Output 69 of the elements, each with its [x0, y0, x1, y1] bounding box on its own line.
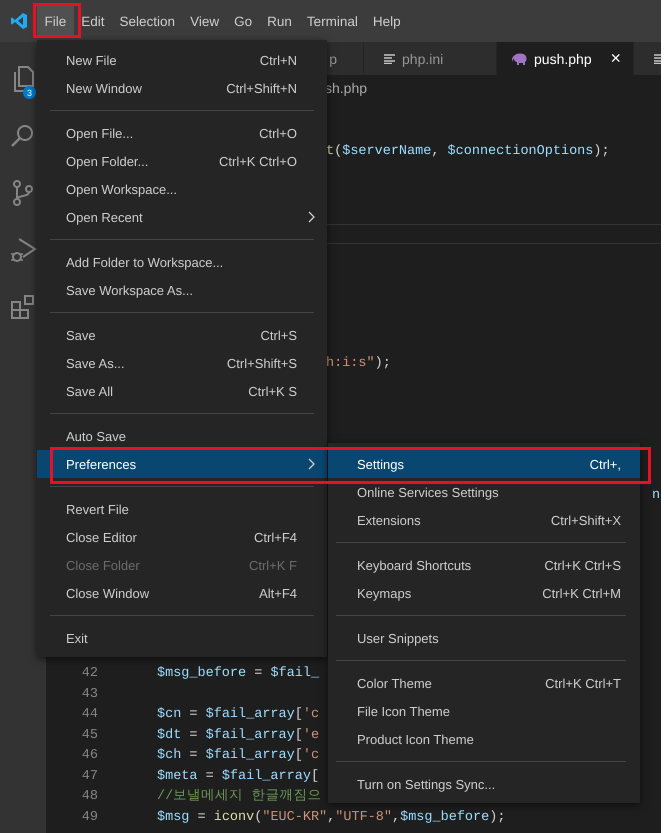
- menu-item[interactable]: Keymaps Ctrl+K Ctrl+M: [328, 579, 640, 607]
- menu-item[interactable]: Save As... Ctrl+Shift+S: [37, 349, 327, 377]
- menu-item[interactable]: Open Recent: [37, 203, 327, 231]
- code-line: $msg = iconv("EUC-KR","UTF-8",$msg_before);: [157, 808, 506, 826]
- highlight-frame: [33, 3, 81, 38]
- code-line: $cn = $fail_array['c: [157, 706, 320, 724]
- app-logo-icon: [10, 12, 28, 30]
- menu-item[interactable]: File Icon Theme: [328, 697, 640, 725]
- editor-tab[interactable]: php.ini: [364, 42, 497, 75]
- menu-bar-item[interactable]: Terminal: [299, 5, 366, 37]
- menu-item[interactable]: Save Workspace As...: [37, 276, 327, 304]
- menu-item[interactable]: New Window Ctrl+Shift+N: [37, 74, 327, 102]
- menu-item[interactable]: Add Folder to Workspace...: [37, 248, 327, 276]
- menu-item[interactable]: Auto Save: [37, 422, 327, 450]
- menu-item[interactable]: Online Services Settings: [328, 478, 640, 506]
- source-control-icon[interactable]: [10, 178, 36, 206]
- menu-item[interactable]: Close Editor Ctrl+F4: [37, 523, 327, 551]
- menu-item[interactable]: Open File... Ctrl+O: [37, 119, 327, 147]
- code-line: h:i:s");: [326, 356, 391, 371]
- breadcrumb[interactable]: sh.php: [325, 80, 368, 96]
- code-line: $dt = $fail_array['e: [157, 726, 320, 744]
- tab-label: php.ini: [402, 50, 444, 66]
- code-line: $msg_before = $fail_: [157, 665, 320, 683]
- line-number: 47: [80, 768, 98, 786]
- tab-label: p: [329, 50, 337, 66]
- menu-item[interactable]: Extensions Ctrl+Shift+X: [328, 506, 640, 534]
- menu-item[interactable]: Preferences: [37, 450, 327, 478]
- code-line: //보낼메세지 한글깨짐으: [157, 788, 322, 806]
- elephant-icon: [512, 52, 528, 64]
- line-number: 44: [80, 706, 98, 724]
- editor-tab[interactable]: push.php ×: [497, 42, 634, 75]
- menu-item[interactable]: Save Ctrl+S: [37, 321, 327, 349]
- line-number: 49: [80, 808, 98, 826]
- code-line: $ch = $fail_array['c: [157, 747, 320, 765]
- search-icon[interactable]: [10, 122, 36, 148]
- line-number: 48: [80, 788, 98, 806]
- menu-bar-item[interactable]: View: [182, 5, 227, 37]
- tab-label: push.php: [534, 50, 593, 66]
- menu-bar-item[interactable]: Help: [365, 5, 408, 37]
- run-debug-icon[interactable]: [9, 236, 37, 264]
- extensions-icon[interactable]: [9, 292, 37, 320]
- menu-bar-item[interactable]: File: [37, 5, 74, 37]
- line-number: 45: [80, 726, 98, 744]
- menu-bar-item[interactable]: Go: [226, 5, 260, 37]
- line-number: 42: [80, 665, 98, 683]
- line-number: 43: [80, 686, 98, 704]
- menu-bar-item[interactable]: Run: [260, 5, 300, 37]
- menu-item[interactable]: User Snippets: [328, 624, 640, 652]
- code-line: $meta = $fail_array[: [157, 768, 320, 786]
- menu-bar-item[interactable]: Edit: [74, 5, 112, 37]
- menu-item[interactable]: Color Theme Ctrl+K Ctrl+T: [328, 669, 640, 697]
- close-icon[interactable]: ×: [610, 48, 621, 69]
- code-line: n: [652, 488, 660, 503]
- menu-item[interactable]: Close Window Alt+F4: [37, 579, 327, 607]
- menu-item[interactable]: Settings Ctrl+,: [328, 450, 640, 478]
- menu-item[interactable]: Keyboard Shortcuts Ctrl+K Ctrl+S: [328, 551, 640, 579]
- line-number: 46: [80, 747, 98, 765]
- menu-item[interactable]: Save All Ctrl+K S: [37, 377, 327, 405]
- text-file-icon: [384, 54, 396, 64]
- menu-item[interactable]: Revert File: [37, 495, 327, 523]
- code-line: t($serverName, $connectionOptions);: [326, 144, 610, 159]
- menu-item[interactable]: Open Workspace...: [37, 175, 327, 203]
- menu-item[interactable]: Exit: [37, 624, 327, 652]
- menu-bar-item[interactable]: Selection: [112, 5, 183, 37]
- menu-item[interactable]: New File Ctrl+N: [37, 46, 327, 74]
- menu-item[interactable]: Turn on Settings Sync...: [328, 770, 640, 798]
- menu-item[interactable]: Open Folder... Ctrl+K Ctrl+O: [37, 147, 327, 175]
- notification-badge: 3: [23, 86, 36, 99]
- menu-item[interactable]: Product Icon Theme: [328, 725, 640, 753]
